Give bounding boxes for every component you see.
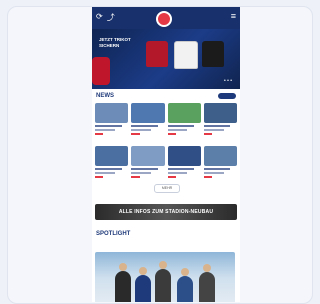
- jersey-image: [146, 41, 168, 67]
- share-icon[interactable]: ⤴: [107, 12, 115, 23]
- jersey-image: [174, 41, 198, 69]
- person-figure: [135, 275, 151, 302]
- news-item[interactable]: [131, 146, 165, 185]
- spotlight-image[interactable]: [95, 252, 235, 302]
- mobile-app-screenshot: ⟳ ⤴ ≡ JETZT TRIKOT SICHERN • • • NEWS ME…: [92, 7, 240, 302]
- news-grid: [95, 103, 237, 185]
- news-item[interactable]: [167, 103, 201, 142]
- menu-icon[interactable]: ≡: [231, 11, 236, 21]
- news-section-title: NEWS: [96, 93, 114, 99]
- spotlight-section-title: SPOTLIGHT: [96, 231, 131, 237]
- header-icons: ⟳ ⤴: [96, 12, 115, 23]
- news-thumbnail: [131, 146, 165, 166]
- load-more-button[interactable]: MEHR: [154, 184, 180, 193]
- person-figure: [199, 272, 215, 302]
- stadium-info-banner[interactable]: ALLE INFOS ZUM STADION-NEUBAU: [95, 204, 237, 220]
- person-figure: [155, 269, 171, 302]
- news-all-button[interactable]: [218, 93, 236, 99]
- news-thumbnail: [95, 146, 129, 166]
- news-item[interactable]: [167, 146, 201, 185]
- news-thumbnail: [203, 146, 237, 166]
- news-thumbnail: [167, 103, 201, 123]
- news-item[interactable]: [95, 103, 129, 142]
- news-item[interactable]: [203, 146, 237, 185]
- carousel-dots[interactable]: • • •: [224, 78, 232, 84]
- news-thumbnail: [131, 103, 165, 123]
- news-thumbnail: [167, 146, 201, 166]
- news-thumbnail: [95, 103, 129, 123]
- jersey-image: [92, 57, 110, 85]
- person-figure: [115, 271, 131, 302]
- news-item[interactable]: [95, 146, 129, 185]
- hero-banner[interactable]: JETZT TRIKOT SICHERN • • •: [92, 29, 240, 89]
- jersey-image: [202, 41, 224, 67]
- hero-promo-text: JETZT TRIKOT SICHERN: [99, 37, 131, 48]
- person-figure: [177, 276, 193, 302]
- news-thumbnail: [203, 103, 237, 123]
- club-logo[interactable]: [156, 11, 172, 27]
- news-item[interactable]: [203, 103, 237, 142]
- refresh-icon[interactable]: ⟳: [96, 12, 103, 23]
- news-item[interactable]: [131, 103, 165, 142]
